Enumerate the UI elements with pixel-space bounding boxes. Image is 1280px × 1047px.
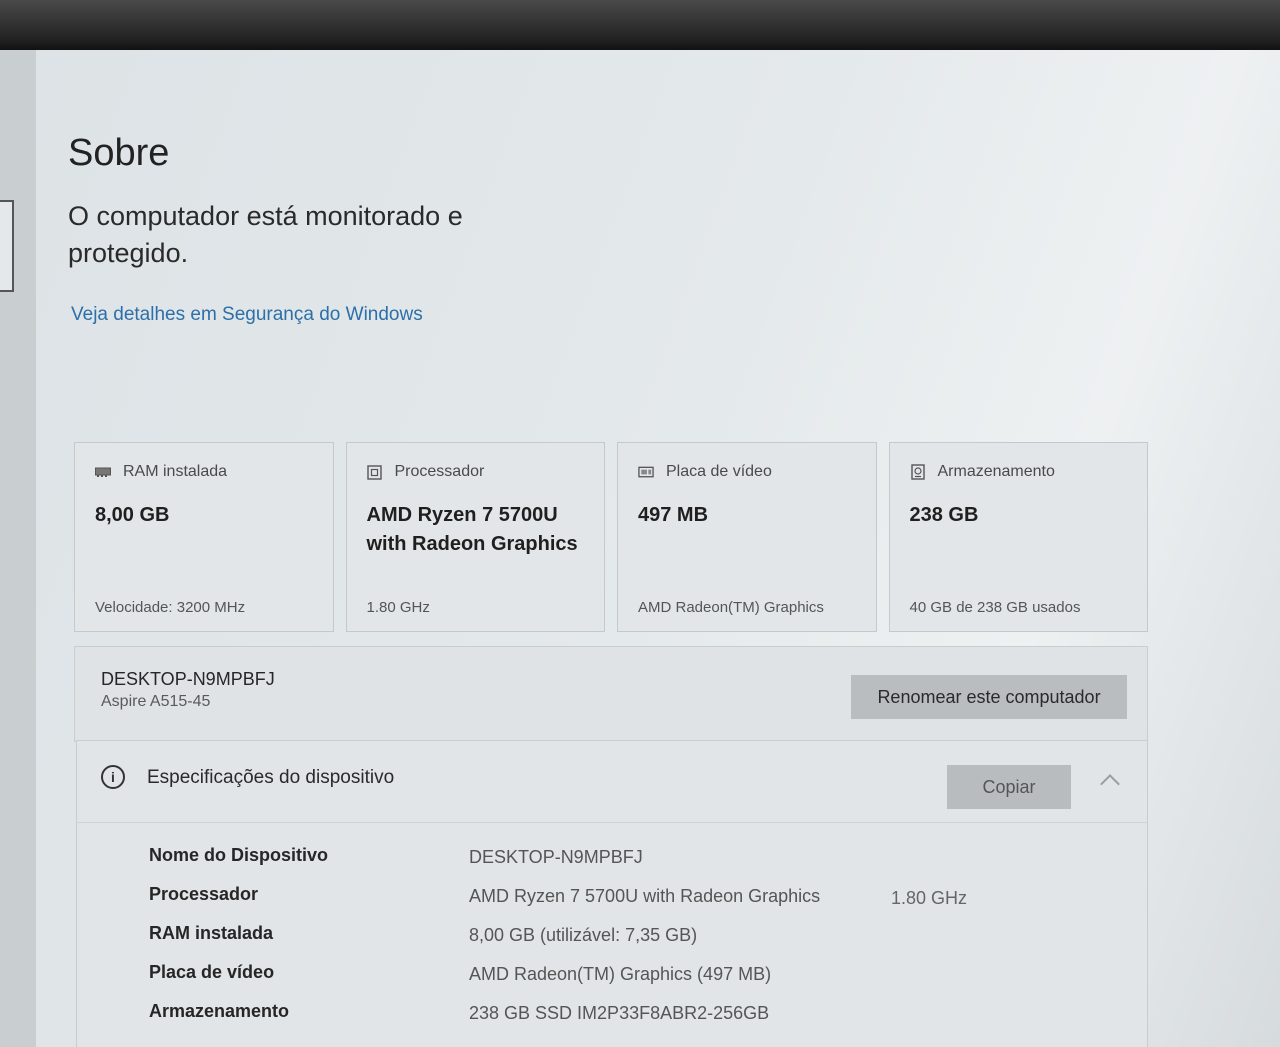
spec-row: Armazenamento 238 GB SSD IM2P33F8ABR2-25… [149,1001,1129,1040]
copy-button[interactable]: Copiar [947,765,1071,809]
spec-row: Nome do Dispositivo DESKTOP-N9MPBFJ [149,845,1129,884]
spec-key: Processador [149,884,259,904]
card-sub: 1.80 GHz [366,599,430,616]
card-storage: Armazenamento 238 GB 40 GB de 238 GB usa… [888,442,1148,632]
hardware-cards: RAM instalada 8,00 GB Velocidade: 3200 M… [74,442,1148,634]
card-sub: Velocidade: 3200 MHz [95,599,246,616]
device-model: Aspire A515-45 [101,693,211,710]
card-label: Placa de vídeo [666,463,772,480]
spec-value: 8,00 GB (utilizável: 7,35 GB) [469,925,698,945]
about-page: Sobre O computador está monitorado e pro… [36,50,1280,1047]
specs-header[interactable]: i Especificações do dispositivo Copiar [77,741,1147,823]
info-icon: i [101,765,125,789]
card-label: RAM instalada [123,463,228,480]
gpu-icon [638,465,654,479]
spec-row: RAM instalada 8,00 GB (utilizável: 7,35 … [149,923,1129,962]
spec-key: Armazenamento [149,1001,290,1021]
spec-row: Placa de vídeo AMD Radeon(TM) Graphics (… [149,962,1129,1001]
card-value: 238 GB [909,504,979,526]
device-name-panel: DESKTOP-N9MPBFJ Aspire A515-45 Renomear … [74,646,1148,742]
left-nav-edge [0,50,36,1047]
card-ram: RAM instalada 8,00 GB Velocidade: 3200 M… [74,442,334,632]
rename-computer-button[interactable]: Renomear este computador [851,675,1127,719]
card-value: 8,00 GB [95,504,170,526]
spec-key: Nome do Dispositivo [149,845,329,865]
card-value: AMD Ryzen 7 5700U with Radeon Graphics [366,504,578,555]
spec-row: Processador AMD Ryzen 7 5700U with Radeo… [149,884,1129,923]
page-title: Sobre [68,132,170,174]
card-value: 497 MB [638,504,709,526]
ram-icon [95,465,111,479]
nav-edge-button[interactable] [0,200,14,292]
chevron-up-icon[interactable] [1100,774,1120,794]
windows-security-link[interactable]: Veja detalhes em Segurança do Windows [71,304,423,326]
specs-title: Especificações do dispositivo [147,767,395,788]
card-sub: 40 GB de 238 GB usados [909,599,1081,616]
spec-value: 238 GB SSD IM2P33F8ABR2-256GB [469,1003,770,1023]
laptop-bezel [0,0,1280,50]
spec-extra: 1.80 GHz [891,888,968,908]
protection-status: O computador está monitorado e protegido… [68,201,463,268]
spec-key: RAM instalada [149,923,274,943]
spec-rows: Nome do Dispositivo DESKTOP-N9MPBFJ Proc… [149,845,1129,1040]
device-name: DESKTOP-N9MPBFJ [101,669,275,689]
processor-icon [367,464,383,480]
card-label: Armazenamento [937,463,1055,480]
card-label: Processador [394,463,485,480]
storage-icon [910,464,926,480]
device-specs-panel: i Especificações do dispositivo Copiar N… [76,740,1148,1047]
spec-value: AMD Ryzen 7 5700U with Radeon Graphics [469,886,821,906]
card-gpu: Placa de vídeo 497 MB AMD Radeon(TM) Gra… [617,442,877,632]
card-processor: Processador AMD Ryzen 7 5700U with Radeo… [345,442,605,632]
card-sub: AMD Radeon(TM) Graphics [638,599,824,616]
spec-value: AMD Radeon(TM) Graphics (497 MB) [469,964,772,984]
spec-key: Placa de vídeo [149,962,275,982]
spec-value: DESKTOP-N9MPBFJ [469,847,643,867]
